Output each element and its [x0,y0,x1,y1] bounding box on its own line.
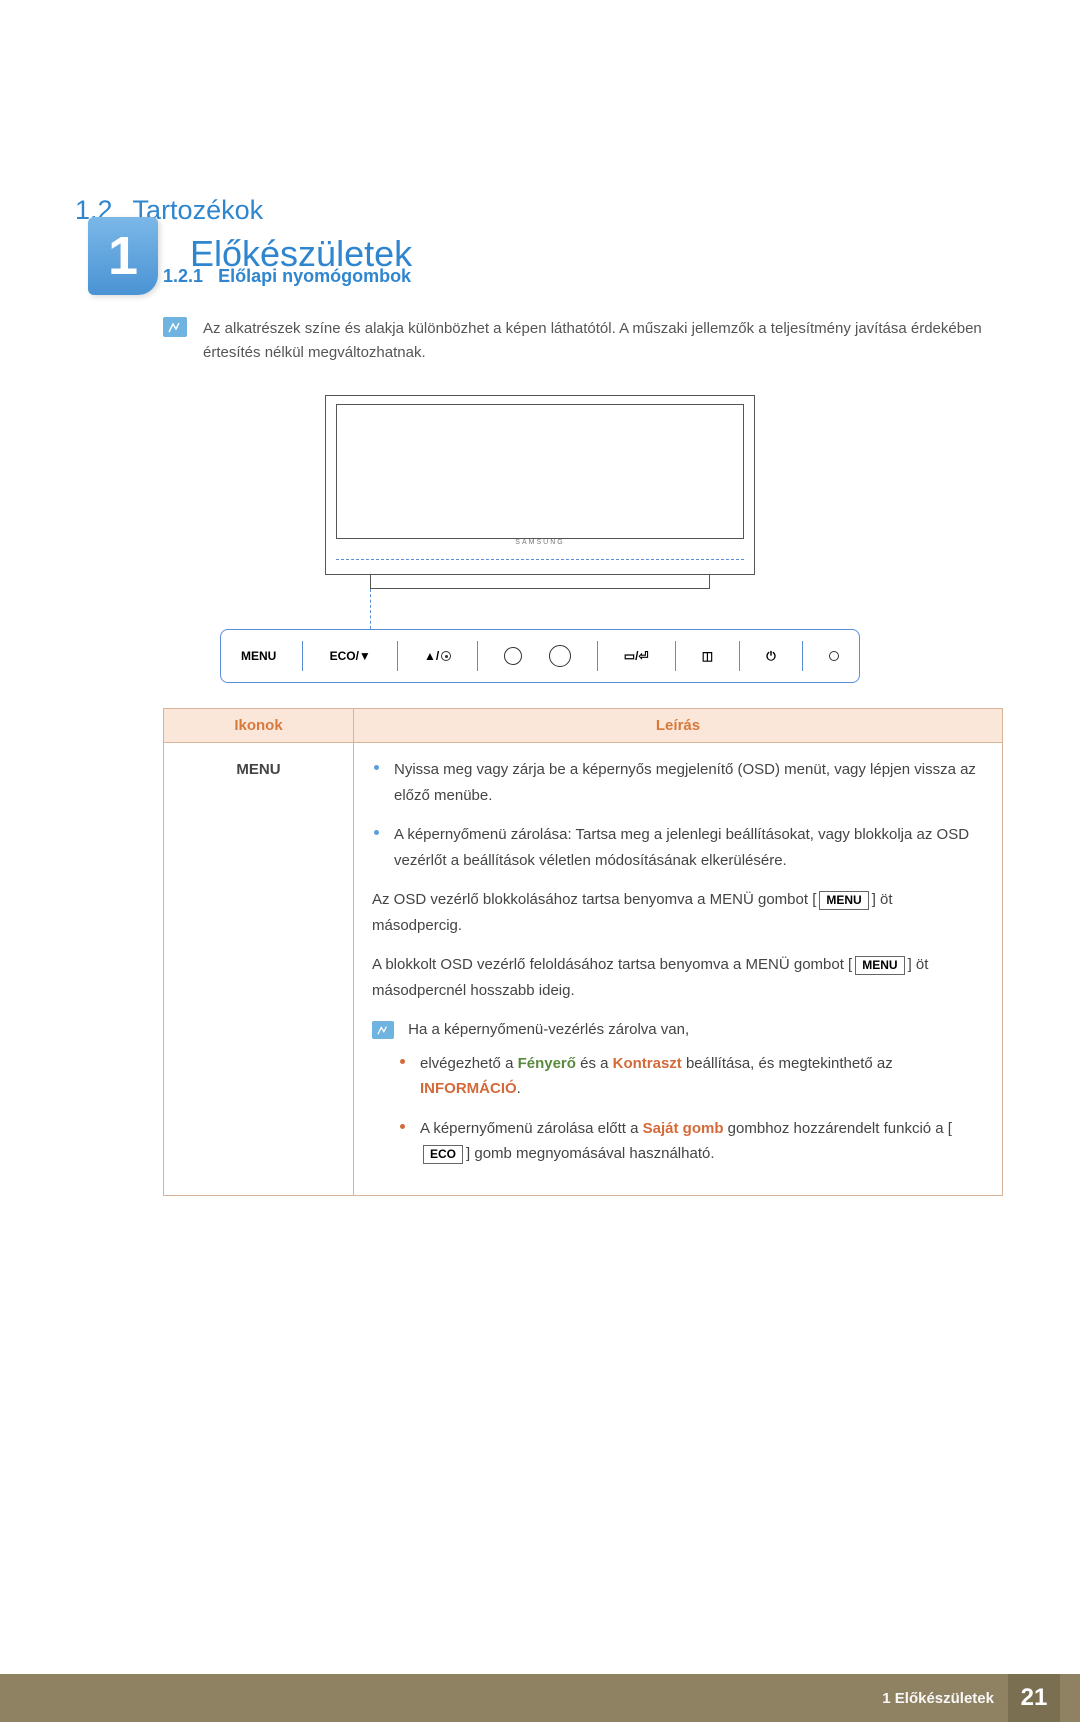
panel-menu-label: MENU [241,649,276,663]
cell-icon: MENU [164,743,354,1196]
cell-desc: Nyissa meg vagy zárja be a képernyős meg… [354,743,1003,1196]
monitor-diagram: SAMSUNG MENU ECO/▼ ▲/ ▭/⏎ ◫ ⏻ [220,395,860,683]
button-panel: MENU ECO/▼ ▲/ ▭/⏎ ◫ ⏻ [220,629,860,683]
th-icons: Ikonok [164,709,354,743]
panel-divider [675,641,676,671]
panel-source-icon: ▭/⏎ [624,649,649,663]
panel-pip-icon: ◫ [702,649,713,663]
panel-circle-icon [504,647,522,665]
panel-up-icon: ▲/ [424,649,451,663]
inner-note: Ha a képernyőmenü-vezérlés zárolva van, … [372,1017,984,1167]
panel-divider [597,641,598,671]
panel-divider [397,641,398,671]
description-table: Ikonok Leírás MENU Nyissa meg vagy zárja… [163,708,1003,1196]
kw-information: INFORMÁCIÓ [420,1080,517,1097]
kw-brightness: Fényerő [518,1055,576,1072]
monitor-screen [336,404,744,539]
panel-divider [302,641,303,671]
menu-button-label: MENU [855,956,904,975]
panel-divider [739,641,740,671]
desc-para: Az OSD vezérlő blokkolásához tartsa beny… [372,887,984,938]
monitor-brand: SAMSUNG [515,539,564,546]
eco-button-label: ECO [423,1145,463,1164]
desc-bullet: A képernyőmenü zárolása: Tartsa meg a je… [372,822,984,873]
note-icon [163,317,187,337]
note-text: Az alkatrészek színe és alakja különbözh… [203,317,1005,365]
panel-eco-label: ECO/▼ [330,649,371,663]
info-note: Az alkatrészek színe és alakja különbözh… [163,317,1005,365]
note-icon [372,1021,394,1039]
inner-note-intro: Ha a képernyőmenü-vezérlés zárolva van, [408,1021,689,1038]
chapter-number: 1 [108,225,138,287]
panel-power-icon: ⏻ [766,649,776,664]
inner-note-bullet: elvégezhető a Fényerő és a Kontraszt beá… [400,1051,984,1102]
panel-divider [802,641,803,671]
chapter-title: Előkészületek [190,233,412,275]
panel-circle-large-icon [549,645,571,667]
menu-button-label: MENU [819,891,868,910]
footer-label: 1 Előkészületek [882,1690,994,1707]
panel-divider [477,641,478,671]
th-desc: Leírás [354,709,1003,743]
monitor-outline: SAMSUNG [325,395,755,575]
chapter-tab: 1 [88,217,158,295]
kw-custom-button: Saját gomb [643,1120,724,1137]
section-heading: 1.2 Tartozékok [75,195,1005,226]
monitor-stand [370,575,710,589]
kw-contrast: Kontraszt [613,1055,682,1072]
monitor-dash-line [336,559,744,560]
inner-note-bullet: A képernyőmenü zárolása előtt a Saját go… [400,1116,984,1167]
desc-bullet: Nyissa meg vagy zárja be a képernyős meg… [372,757,984,808]
panel-led-icon [829,651,839,661]
page-footer: 1 Előkészületek 21 [0,1674,1080,1722]
footer-page-number: 21 [1008,1674,1060,1722]
icon-menu-label: MENU [236,761,280,778]
dash-connector [370,589,371,629]
desc-para: A blokkolt OSD vezérlő feloldásához tart… [372,952,984,1003]
